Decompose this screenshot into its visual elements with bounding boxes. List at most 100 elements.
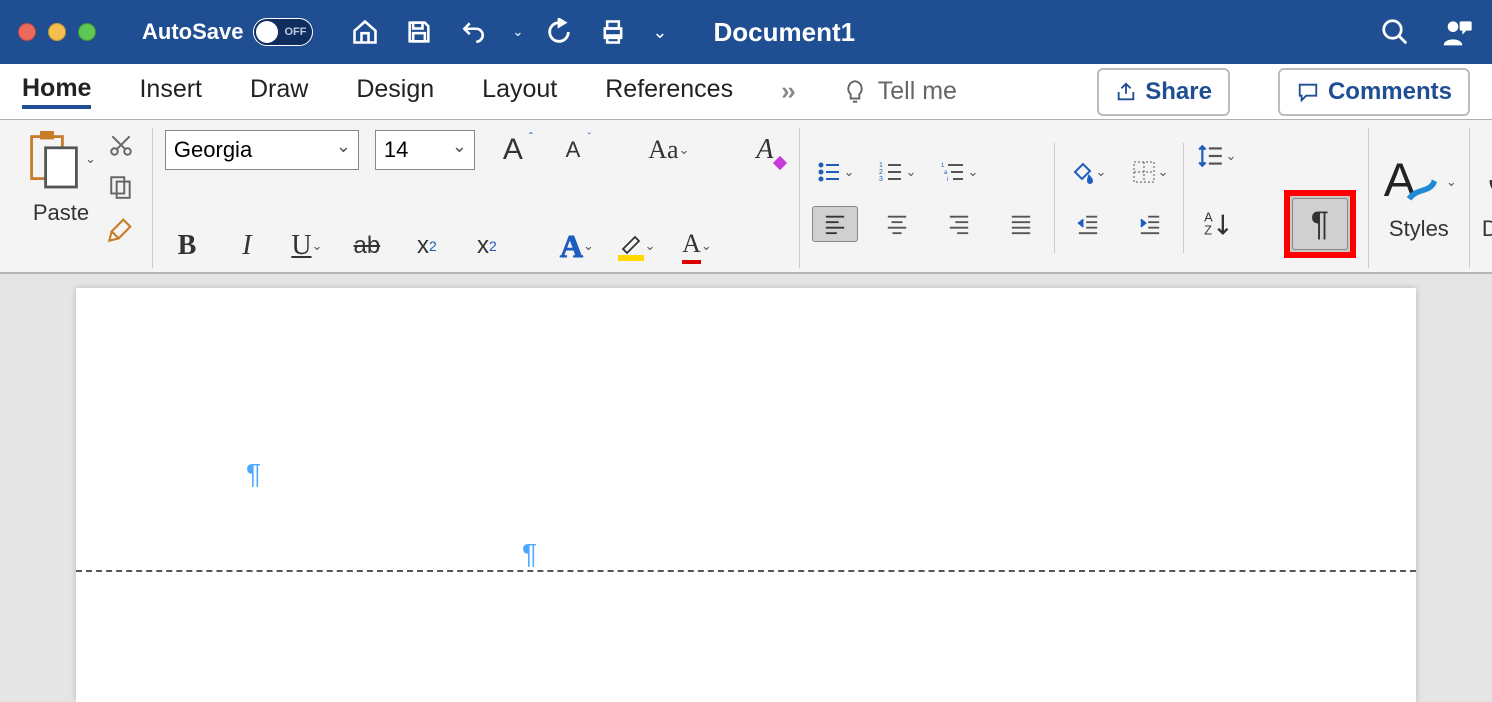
account-icon[interactable] (1440, 16, 1474, 48)
strikethrough-button[interactable]: ab (345, 224, 389, 268)
bullets-button[interactable] (812, 154, 858, 190)
svg-text:2: 2 (879, 169, 883, 176)
paste-button[interactable]: ⌄ Paste (26, 128, 96, 226)
paint-bucket-icon (1069, 160, 1095, 184)
clear-formatting-button[interactable]: A (743, 128, 787, 172)
superscript-button[interactable]: x2 (465, 224, 509, 268)
zoom-window-icon[interactable] (78, 23, 96, 41)
cut-button[interactable] (102, 128, 140, 162)
paste-icon (26, 128, 82, 190)
font-name-select[interactable] (165, 130, 359, 170)
tab-insert[interactable]: Insert (139, 75, 202, 108)
print-icon[interactable] (595, 14, 631, 50)
decrease-indent-button[interactable] (1065, 206, 1111, 242)
repeat-icon[interactable] (541, 14, 577, 50)
paragraph-mark-1: ¶ (246, 458, 261, 490)
line-spacing-button[interactable] (1194, 138, 1240, 174)
grow-font-button[interactable]: Aˆ (491, 128, 535, 172)
comments-button[interactable]: Comments (1278, 68, 1470, 116)
tab-design[interactable]: Design (356, 75, 434, 108)
paste-dropdown-icon[interactable]: ⌄ (85, 151, 96, 167)
autosave-state: OFF (284, 26, 306, 38)
change-case-button[interactable]: Aa (647, 128, 691, 172)
multilevel-list-button[interactable]: 1ai (936, 154, 982, 190)
tell-me-search[interactable]: Tell me (842, 77, 957, 107)
borders-button[interactable] (1127, 154, 1173, 190)
borders-icon (1131, 160, 1157, 184)
svg-text:3: 3 (879, 176, 883, 183)
clipboard-group: ⌄ Paste (14, 128, 153, 268)
comments-label: Comments (1328, 78, 1452, 106)
scissors-icon (108, 131, 134, 159)
window-controls (18, 23, 96, 41)
tell-me-label: Tell me (878, 77, 957, 106)
align-center-button[interactable] (874, 206, 920, 242)
subscript-button[interactable]: x2 (405, 224, 449, 268)
paragraph-group: 123 1ai (800, 128, 1369, 268)
quick-access-toolbar: ⌄ ⌄ (347, 14, 667, 50)
page-break-line (76, 570, 1416, 572)
title-bar: AutoSave OFF ⌄ ⌄ Document1 (0, 0, 1492, 64)
increase-indent-button[interactable] (1127, 206, 1173, 242)
numbering-icon: 123 (877, 160, 905, 184)
document-page[interactable]: ¶ ¶ (76, 288, 1416, 702)
format-painter-button[interactable] (102, 212, 140, 246)
home-icon[interactable] (347, 14, 383, 50)
lightbulb-icon (842, 77, 868, 107)
search-icon[interactable] (1380, 17, 1410, 47)
paintbrush-icon (107, 214, 135, 244)
font-group: Aˆ Aˇ Aa A B I U ab x2 x2 A A (153, 128, 800, 268)
styles-dropdown-icon[interactable]: ⌄ (1446, 174, 1457, 190)
svg-text:1: 1 (941, 163, 945, 169)
ribbon-tabs: Home Insert Draw Design Layout Reference… (0, 64, 1492, 120)
numbering-button[interactable]: 123 (874, 154, 920, 190)
shrink-font-button[interactable]: Aˇ (551, 128, 595, 172)
qat-customize-dropdown[interactable]: ⌄ (652, 22, 667, 43)
show-hide-marks-button[interactable]: ¶ (1292, 198, 1348, 250)
dictate-label: Dictate (1482, 216, 1492, 242)
document-area: ¶ ¶ (0, 274, 1492, 702)
paragraph-mark-2: ¶ (522, 538, 537, 570)
bullets-icon (815, 160, 843, 184)
font-color-button[interactable]: A (675, 224, 719, 268)
line-spacing-icon (1197, 143, 1225, 169)
minimize-window-icon[interactable] (48, 23, 66, 41)
dictate-button[interactable]: ⌄ (1484, 154, 1492, 210)
copy-button[interactable] (102, 170, 140, 204)
sort-button[interactable]: AZ (1194, 206, 1240, 242)
autosave-switch[interactable]: OFF (253, 18, 313, 46)
autosave-toggle[interactable]: AutoSave OFF (142, 18, 313, 46)
comment-icon (1296, 81, 1320, 103)
text-effects-button[interactable]: A (555, 224, 599, 268)
highlighter-icon (618, 231, 644, 261)
styles-pane-button[interactable]: A ⌄ (1381, 154, 1457, 210)
share-label: Share (1145, 78, 1212, 106)
paste-label: Paste (33, 200, 89, 226)
undo-dropdown[interactable]: ⌄ (512, 24, 523, 40)
align-left-button[interactable] (812, 206, 858, 242)
align-right-button[interactable] (936, 206, 982, 242)
more-tabs-icon[interactable]: ›› (781, 77, 794, 106)
shading-button[interactable] (1065, 154, 1111, 190)
tab-home[interactable]: Home (22, 74, 91, 109)
multilevel-icon: 1ai (939, 160, 967, 184)
close-window-icon[interactable] (18, 23, 36, 41)
increase-indent-icon (1136, 213, 1164, 235)
justify-button[interactable] (998, 206, 1044, 242)
svg-text:1: 1 (879, 162, 883, 169)
pilcrow-icon: ¶ (1311, 205, 1329, 244)
highlight-button[interactable] (615, 224, 659, 268)
clipboard-side-buttons (102, 128, 140, 246)
underline-button[interactable]: U (285, 224, 329, 268)
italic-button[interactable]: I (225, 224, 269, 268)
tab-layout[interactable]: Layout (482, 75, 557, 108)
undo-icon[interactable] (455, 14, 491, 50)
bold-button[interactable]: B (165, 224, 209, 268)
microphone-icon (1484, 154, 1492, 210)
tab-draw[interactable]: Draw (250, 75, 308, 108)
share-button[interactable]: Share (1097, 68, 1230, 116)
save-icon[interactable] (401, 14, 437, 50)
font-size-select[interactable] (375, 130, 475, 170)
tab-references[interactable]: References (605, 75, 733, 108)
share-icon (1115, 81, 1137, 103)
